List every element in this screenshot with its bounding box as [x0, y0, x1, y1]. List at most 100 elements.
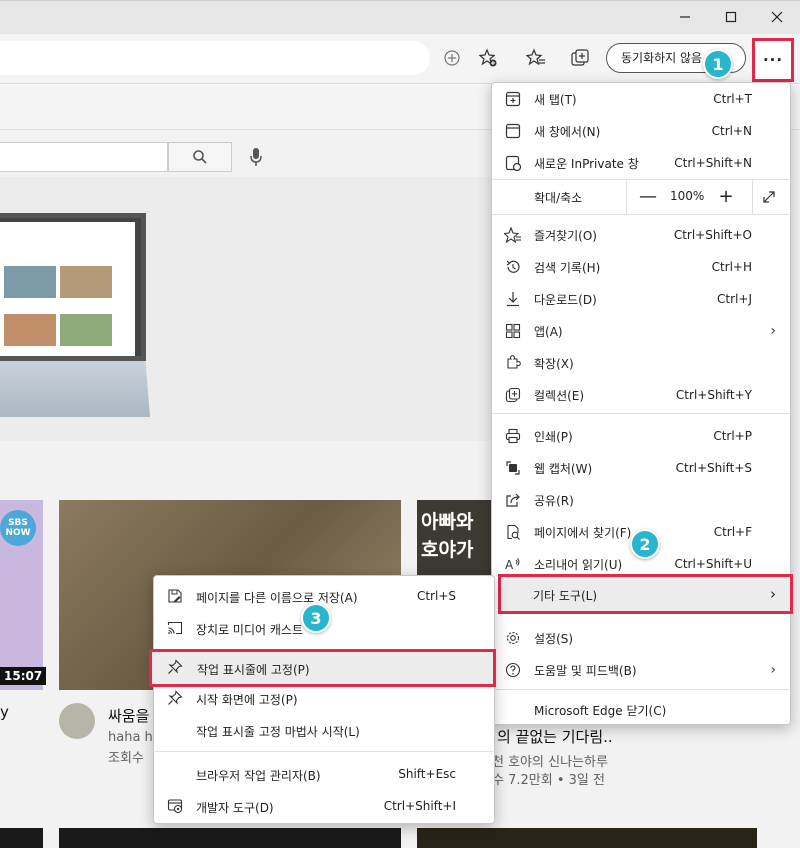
favorites-icon[interactable] [525, 47, 547, 69]
menu-item-shortcut: Shift+Esc [398, 767, 456, 781]
menu-item-shortcut: Ctrl+T [713, 92, 752, 106]
menu-item-downloads[interactable]: 다운로드(D) Ctrl+J [492, 283, 790, 315]
menu-item-new-inprivate[interactable]: 새로운 InPrivate 창 Ctrl+Shift+N [492, 147, 790, 179]
search-button[interactable] [168, 142, 232, 172]
menu-item-label: 공유(R) [534, 493, 574, 508]
menu-item-shortcut: Ctrl+Shift+S [675, 461, 752, 475]
menu-item-share[interactable]: 공유(R) [492, 484, 790, 516]
divider [752, 180, 753, 214]
fullscreen-icon[interactable] [758, 186, 780, 208]
menu-item-extensions[interactable]: 확장(X) [492, 347, 790, 379]
svg-text:A: A [505, 558, 514, 572]
maximize-icon[interactable] [708, 1, 754, 33]
menu-separator [492, 214, 790, 215]
menu-item-shortcut: Ctrl+Shift+O [673, 228, 752, 242]
menu-item-label: 페이지에서 찾기(F) [534, 525, 632, 540]
menu-item-label: 소리내어 읽기(U) [534, 557, 623, 572]
video-title[interactable]: 의 끝없는 기다림.. [497, 726, 613, 747]
gear-icon [504, 629, 522, 647]
favorites-icon [504, 226, 522, 244]
menu-item-label: 다운로드(D) [534, 292, 597, 307]
menu-item-label: Microsoft Edge 닫기(C) [534, 703, 667, 718]
video-title[interactable]: 싸움을 [108, 705, 149, 726]
close-icon[interactable] [754, 1, 800, 33]
avatar[interactable] [59, 703, 95, 739]
menu-item-label: 설정(S) [534, 631, 574, 646]
video-thumbnail[interactable] [417, 828, 757, 848]
menu-item-close-edge[interactable]: Microsoft Edge 닫기(C) [492, 694, 790, 726]
menu-item-pin-taskbar[interactable]: 작업 표시줄에 고정(P) [149, 649, 496, 687]
menu-item-label: 웹 캡처(W) [534, 461, 593, 476]
laptop-image [0, 213, 146, 361]
video-views: 수 7.2만회 • 3일 전 [492, 773, 605, 788]
menu-item-label: 기타 도구(L) [533, 589, 598, 603]
web-capture-icon [504, 459, 522, 477]
menu-item-apps[interactable]: 앱(A) › [492, 315, 790, 347]
menu-item-favorites[interactable]: 즐겨찾기(O) Ctrl+Shift+O [492, 219, 790, 251]
menu-item-help[interactable]: 도움말 및 피드백(B) › [492, 654, 790, 686]
menu-item-label: 새로운 InPrivate 창 [534, 156, 639, 171]
menu-item-history[interactable]: 검색 기록(H) Ctrl+H [492, 251, 790, 283]
save-icon [166, 587, 184, 605]
video-duration: 15:07 [0, 667, 47, 685]
thumbnail-text: 아빠와 호야가 [421, 511, 474, 561]
menu-item-label: 즐겨찾기(O) [534, 228, 597, 243]
add-site-icon[interactable] [441, 47, 463, 69]
menu-separator [492, 413, 790, 414]
download-icon [504, 290, 522, 308]
menu-item-shortcut: Ctrl+N [711, 124, 752, 138]
video-thumbnail[interactable] [59, 828, 401, 848]
microphone-icon[interactable] [246, 143, 266, 171]
menu-item-shortcut: Ctrl+Shift+N [674, 156, 752, 170]
menu-item-shortcut: Ctrl+J [717, 292, 752, 306]
video-channel[interactable]: 천 호야의 신나는하루 [492, 751, 608, 770]
menu-item-collections[interactable]: 컬렉션(E) Ctrl+Shift+Y [492, 379, 790, 411]
add-favorite-icon[interactable] [477, 47, 499, 69]
zoom-in-button[interactable]: + [714, 183, 738, 209]
video-views: 조회수 [108, 751, 144, 766]
menu-item-label: 인쇄(P) [534, 429, 573, 444]
video-thumbnail[interactable]: SBS NOW 15:07 [0, 500, 47, 690]
zoom-out-button[interactable]: — [636, 183, 660, 209]
menu-item-pin-wizard[interactable]: 작업 표시줄 고정 마법사 시작(L) [154, 714, 494, 746]
menu-item-label: 개발자 도구(D) [196, 801, 274, 815]
menu-item-shortcut: Ctrl+H [711, 260, 752, 274]
menu-item-settings[interactable]: 설정(S) [492, 622, 790, 654]
new-window-icon [504, 122, 522, 140]
video-title[interactable]: y [0, 703, 9, 721]
browser-toolbar: 동기화하지 않음 [0, 34, 800, 84]
address-bar[interactable] [0, 41, 430, 75]
menu-item-label: 장치로 미디어 캐스트 [196, 623, 303, 637]
pin-icon [166, 689, 184, 707]
callout-badge-2: 2 [630, 529, 660, 559]
minimize-icon[interactable] [662, 1, 708, 33]
promo-banner [0, 177, 490, 441]
video-thumbnail[interactable] [0, 828, 43, 848]
menu-item-more-tools[interactable]: 기타 도구(L) › [498, 574, 793, 614]
help-icon [504, 661, 522, 679]
menu-item-label: 새 창에서(N) [534, 124, 601, 139]
chevron-right-icon: › [770, 585, 776, 603]
chevron-right-icon: › [770, 662, 776, 678]
menu-item-shortcut: Ctrl+Shift+Y [675, 388, 752, 402]
menu-item-new-tab[interactable]: 새 탭(T) Ctrl+T [492, 83, 790, 115]
divider [626, 180, 627, 214]
cast-icon [166, 619, 184, 637]
settings-and-more-button[interactable]: ··· [752, 38, 794, 82]
zoom-level: 100% [670, 189, 705, 203]
menu-item-new-window[interactable]: 새 창에서(N) Ctrl+N [492, 115, 790, 147]
share-icon [504, 491, 522, 509]
search-input[interactable] [0, 142, 168, 172]
menu-item-web-capture[interactable]: 웹 캡처(W) Ctrl+Shift+S [492, 452, 790, 484]
menu-item-task-manager[interactable]: 브라우저 작업 관리자(B) Shift+Esc [154, 758, 494, 790]
menu-item-shortcut: Ctrl+Shift+U [674, 557, 752, 571]
menu-item-label: 브라우저 작업 관리자(B) [196, 769, 321, 783]
menu-item-print[interactable]: 인쇄(P) Ctrl+P [492, 420, 790, 452]
menu-item-shortcut: Ctrl+P [713, 429, 752, 443]
menu-item-dev-tools[interactable]: 개발자 도구(D) Ctrl+Shift+I [154, 790, 494, 822]
menu-item-label: 작업 표시줄 고정 마법사 시작(L) [196, 725, 360, 739]
history-icon [504, 258, 522, 276]
callout-badge-3: 3 [301, 603, 331, 633]
chevron-right-icon: › [770, 323, 776, 339]
collections-icon[interactable] [569, 47, 591, 69]
